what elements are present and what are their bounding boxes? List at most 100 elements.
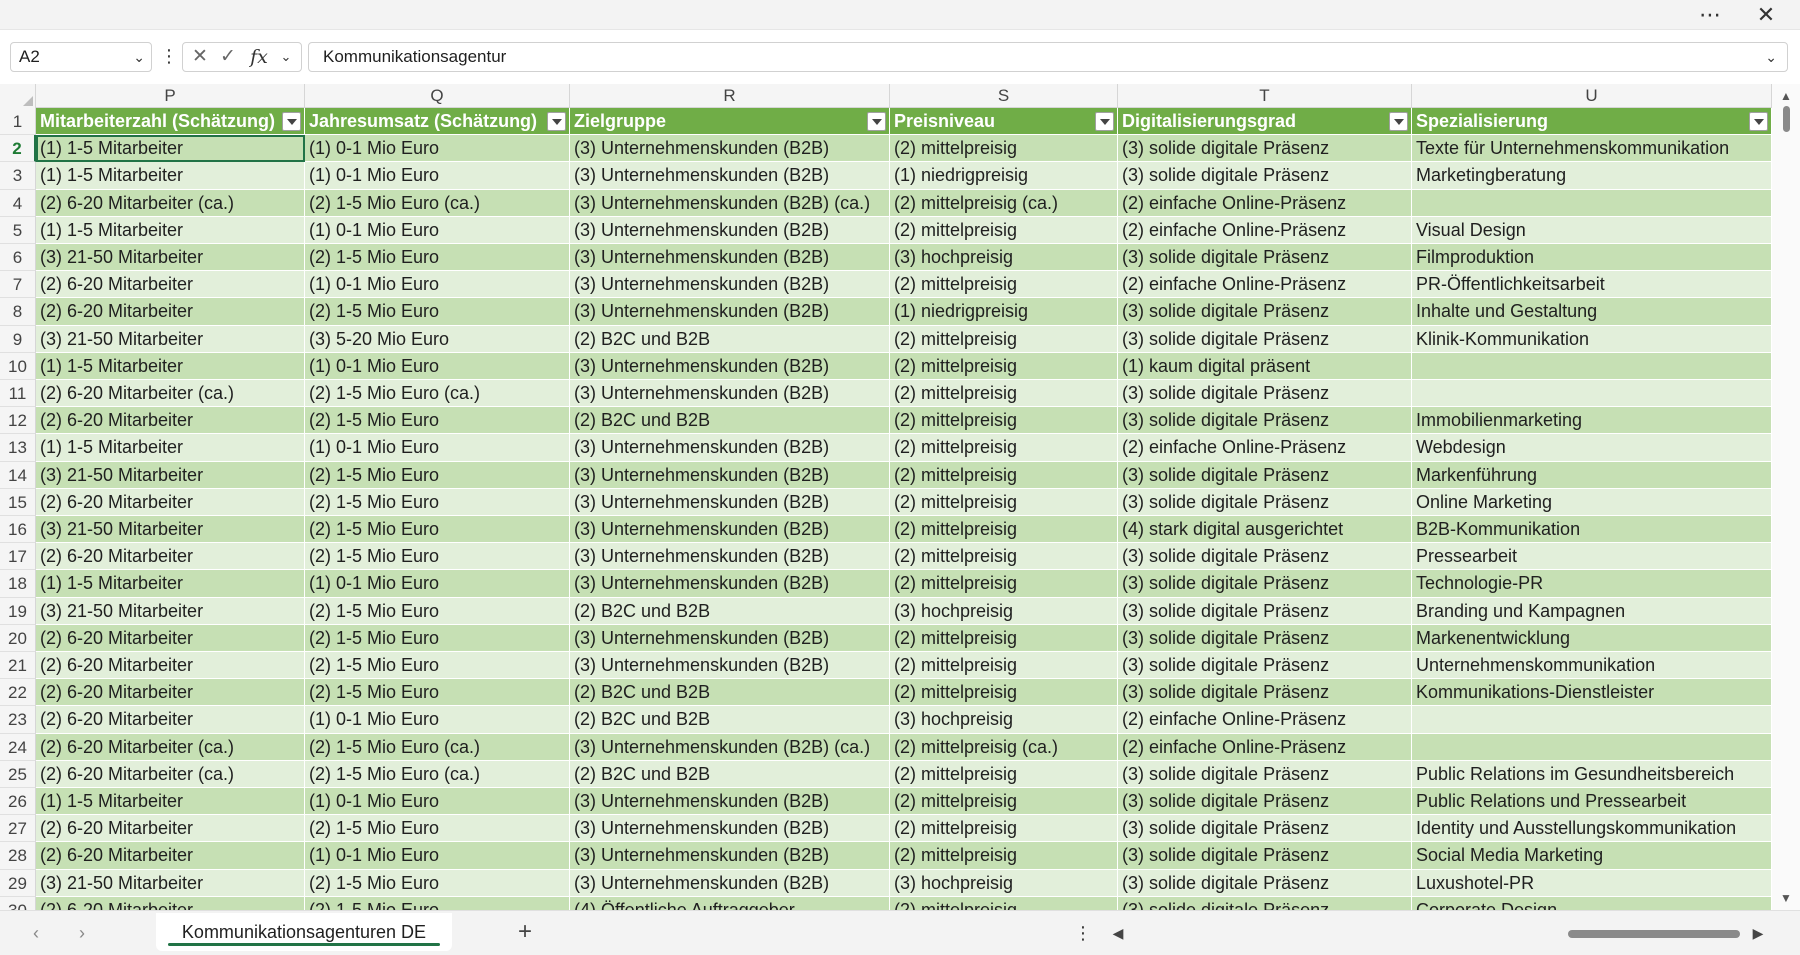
scroll-up-icon[interactable]: ▲ [1778,88,1794,104]
table-cell[interactable]: (2) mittelpreisig [890,896,1118,910]
table-cell[interactable]: (3) solide digitale Präsenz [1118,869,1412,897]
row-number[interactable]: 7 [0,271,36,299]
row-number[interactable]: 8 [0,298,36,326]
table-cell[interactable]: (2) 6-20 Mitarbeiter [36,298,305,326]
table-cell[interactable]: (2) einfache Online-Präsenz [1118,216,1412,244]
row-number[interactable]: 15 [0,488,36,516]
table-cell[interactable]: (2) 1-5 Mio Euro (ca.) [305,189,570,217]
table-cell[interactable]: (2) 6-20 Mitarbeiter (ca.) [36,733,305,761]
table-cell[interactable]: (2) 1-5 Mio Euro (ca.) [305,380,570,408]
close-icon[interactable]: ✕ [1746,0,1786,30]
table-header-cell[interactable]: Jahresumsatz (Schätzung) [305,108,570,136]
table-cell[interactable]: (2) 1-5 Mio Euro (ca.) [305,733,570,761]
table-cell[interactable]: Branding und Kampagnen [1412,597,1772,625]
table-cell[interactable]: (1) 0-1 Mio Euro [305,842,570,870]
table-cell[interactable]: (2) B2C und B2B [570,325,890,353]
table-cell[interactable]: (2) einfache Online-Präsenz [1118,271,1412,299]
table-cell[interactable]: (3) solide digitale Präsenz [1118,570,1412,598]
table-cell[interactable]: Inhalte und Gestaltung [1412,298,1772,326]
table-cell[interactable]: (2) einfache Online-Präsenz [1118,706,1412,734]
table-cell[interactable]: (2) B2C und B2B [570,760,890,788]
table-cell[interactable]: (2) mittelpreisig [890,543,1118,571]
table-cell[interactable]: (3) Unternehmenskunden (B2B) [570,788,890,816]
table-cell[interactable]: (2) einfache Online-Präsenz [1118,733,1412,761]
select-all-corner[interactable] [0,84,36,108]
table-cell[interactable]: (3) Unternehmenskunden (B2B) [570,543,890,571]
row-number[interactable]: 21 [0,652,36,680]
table-cell[interactable]: (2) mittelpreisig [890,434,1118,462]
table-cell[interactable]: (2) mittelpreisig [890,352,1118,380]
table-cell[interactable]: (2) 6-20 Mitarbeiter [36,271,305,299]
column-letter-q[interactable]: Q [305,84,570,108]
table-cell[interactable] [1412,189,1772,217]
table-cell[interactable]: (1) 0-1 Mio Euro [305,135,570,163]
table-cell[interactable]: Marketingberatung [1412,162,1772,190]
table-cell[interactable]: (2) B2C und B2B [570,679,890,707]
table-cell[interactable]: Identity und Ausstellungskommunikation [1412,815,1772,843]
table-cell[interactable]: (3) Unternehmenskunden (B2B) [570,488,890,516]
table-cell[interactable]: (2) 1-5 Mio Euro [305,407,570,435]
filter-dropdown-icon[interactable] [1749,112,1768,131]
table-cell[interactable]: (2) 1-5 Mio Euro [305,543,570,571]
table-cell[interactable]: PR-Öffentlichkeitsarbeit [1412,271,1772,299]
table-cell[interactable] [1412,706,1772,734]
table-cell[interactable]: Public Relations im Gesundheitsbereich [1412,760,1772,788]
table-cell[interactable]: (3) Unternehmenskunden (B2B) [570,298,890,326]
table-cell[interactable]: (2) mittelpreisig [890,271,1118,299]
table-header-cell[interactable]: Zielgruppe [570,108,890,136]
table-cell[interactable]: (3) solide digitale Präsenz [1118,896,1412,910]
formula-input[interactable]: Kommunikationsagentur ⌄ [308,42,1788,72]
table-cell[interactable]: (3) Unternehmenskunden (B2B) [570,869,890,897]
table-cell[interactable]: (2) B2C und B2B [570,706,890,734]
horizontal-scrollbar[interactable]: ◀ ▶ [1108,921,1768,945]
table-header-cell[interactable]: Spezialisierung [1412,108,1772,136]
row-number[interactable]: 14 [0,461,36,489]
column-letter-s[interactable]: S [890,84,1118,108]
table-header-cell[interactable]: Digitalisierungsgrad [1118,108,1412,136]
table-cell[interactable]: (3) Unternehmenskunden (B2B) [570,244,890,272]
table-cell[interactable]: (3) solide digitale Präsenz [1118,624,1412,652]
column-letter-u[interactable]: U [1412,84,1772,108]
table-cell[interactable]: (3) Unternehmenskunden (B2B) [570,352,890,380]
table-cell[interactable]: (3) Unternehmenskunden (B2B) [570,271,890,299]
table-cell[interactable]: (3) solide digitale Präsenz [1118,543,1412,571]
table-cell[interactable]: (2) 1-5 Mio Euro [305,652,570,680]
table-cell[interactable]: (3) Unternehmenskunden (B2B) (ca.) [570,189,890,217]
table-cell[interactable]: (2) 1-5 Mio Euro [305,624,570,652]
table-cell[interactable]: (3) Unternehmenskunden (B2B) [570,216,890,244]
table-cell[interactable]: (1) 0-1 Mio Euro [305,434,570,462]
more-options-icon[interactable]: ⋯ [1690,0,1730,30]
table-cell[interactable]: (3) Unternehmenskunden (B2B) [570,652,890,680]
table-cell[interactable]: (3) solide digitale Präsenz [1118,461,1412,489]
table-cell[interactable]: (3) solide digitale Präsenz [1118,815,1412,843]
table-cell[interactable]: (3) solide digitale Präsenz [1118,298,1412,326]
filter-dropdown-icon[interactable] [1095,112,1114,131]
table-cell[interactable]: Visual Design [1412,216,1772,244]
table-cell[interactable]: (1) 0-1 Mio Euro [305,788,570,816]
table-cell[interactable]: (3) Unternehmenskunden (B2B) [570,516,890,544]
table-cell[interactable]: (3) solide digitale Präsenz [1118,135,1412,163]
table-cell[interactable]: (2) 6-20 Mitarbeiter [36,407,305,435]
table-cell[interactable]: (2) 6-20 Mitarbeiter [36,815,305,843]
table-cell[interactable]: (1) 1-5 Mitarbeiter [36,788,305,816]
check-icon[interactable]: ✓ [217,45,239,69]
table-cell[interactable]: (4) stark digital ausgerichtet [1118,516,1412,544]
table-cell[interactable]: (2) 6-20 Mitarbeiter [36,706,305,734]
table-cell[interactable]: (3) solide digitale Präsenz [1118,842,1412,870]
table-cell[interactable]: (3) hochpreisig [890,706,1118,734]
table-cell[interactable]: Klinik-Kommunikation [1412,325,1772,353]
table-cell[interactable]: B2B-Kommunikation [1412,516,1772,544]
table-cell[interactable]: (1) 0-1 Mio Euro [305,216,570,244]
table-cell[interactable]: (2) mittelpreisig [890,570,1118,598]
table-cell[interactable]: (2) mittelpreisig [890,325,1118,353]
row-number[interactable]: 12 [0,407,36,435]
table-cell[interactable] [1412,380,1772,408]
table-cell[interactable] [1412,352,1772,380]
chevron-down-icon[interactable]: ⌄ [133,49,145,66]
table-cell[interactable]: Luxushotel-PR [1412,869,1772,897]
table-cell[interactable]: (3) solide digitale Präsenz [1118,407,1412,435]
scroll-left-icon[interactable]: ◀ [1110,923,1126,943]
previous-sheet-icon[interactable]: ‹ [24,921,48,945]
table-cell[interactable]: (3) hochpreisig [890,244,1118,272]
table-cell[interactable]: (3) Unternehmenskunden (B2B) [570,815,890,843]
